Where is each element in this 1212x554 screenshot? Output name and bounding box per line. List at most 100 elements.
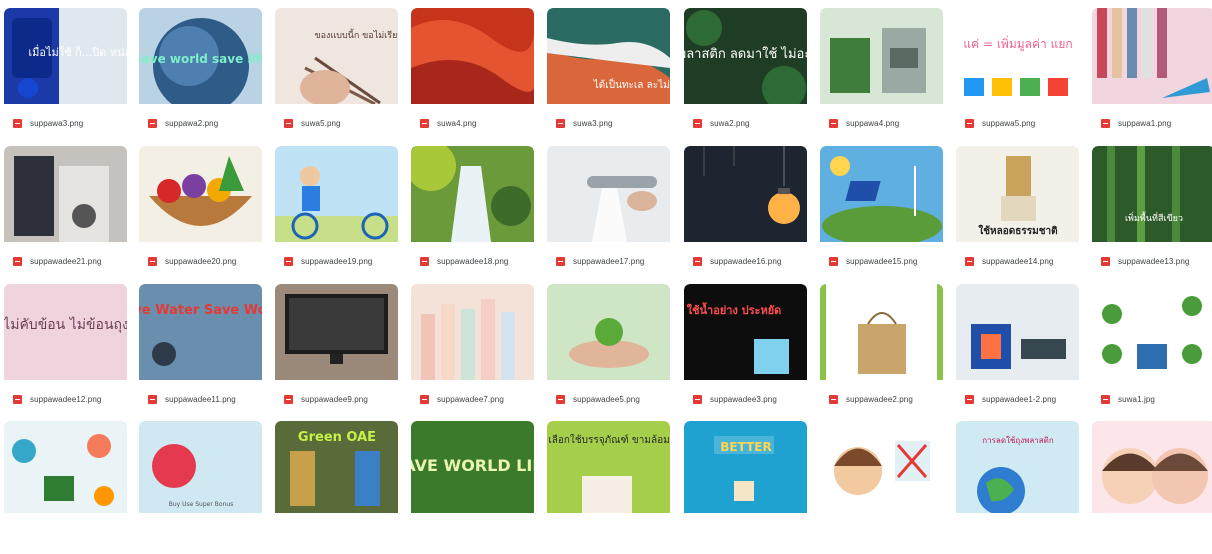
gallery-tile[interactable]: suppawadee1-2.png	[956, 284, 1079, 417]
file-caption[interactable]: suppawadee1-2.png	[956, 382, 1079, 416]
gallery-tile[interactable]: งด พลาสติก ลดมาใช้ ไม่อะไรดี suwa2.png	[684, 8, 807, 141]
thumbnail-image[interactable]: SAVE WORLD LIFE	[411, 421, 534, 513]
gallery-tile[interactable]: suppawadee15.png	[820, 146, 943, 279]
file-caption[interactable]: suppawadee5.png	[547, 382, 670, 416]
file-caption[interactable]: suppawadee13.png	[1092, 244, 1212, 278]
thumbnail-image[interactable]	[956, 284, 1079, 380]
thumbnail-image[interactable]	[411, 284, 534, 380]
thumbnail-image[interactable]	[547, 146, 670, 242]
gallery-tile[interactable]: suppawadee20.png	[139, 146, 262, 279]
gallery-tile[interactable]: Save world save life suppawa2.png	[139, 8, 262, 141]
gallery-tile[interactable]: suppawadee2.png	[820, 284, 943, 417]
gallery-tile[interactable]: เมื่อไม่ใช้ ก็...ปิด หน่อยนะ! suppawa3.p…	[4, 8, 127, 141]
thumbnail-image[interactable]	[820, 146, 943, 242]
thumbnail-image[interactable]: ของแบบนี้ก ขอไม่เรียน	[275, 8, 398, 104]
thumbnail-image[interactable]: Save world save life	[139, 8, 262, 104]
gallery-tile[interactable]: suppawadee19.png	[275, 146, 398, 279]
gallery-tile[interactable]: suppawa1.png	[1092, 8, 1212, 141]
thumbnail-image[interactable]	[820, 421, 943, 513]
gallery-tile[interactable]: ใช้น้ำอย่าง ประหยัด suppawadee3.png	[684, 284, 807, 417]
file-caption[interactable]: suwa3.png	[547, 106, 670, 140]
thumbnail-image[interactable]	[275, 146, 398, 242]
thumbnail-image[interactable]: ได้เป็นทะเล ละไม่ดี	[547, 8, 670, 104]
thumbnail-image[interactable]	[1092, 8, 1212, 104]
gallery-tile[interactable]: เพิ่มพื้นที่สีเขียว suppawadee13.png	[1092, 146, 1212, 279]
gallery-tile[interactable]: Buy Use Super Bonus	[139, 421, 262, 554]
gallery-tile[interactable]: Save Water Save World suppawadee11.png	[139, 284, 262, 417]
thumbnail-image[interactable]: งด พลาสติก ลดมาใช้ ไม่อะไรดี	[684, 8, 807, 104]
gallery-tile[interactable]: suppawadee18.png	[411, 146, 534, 279]
gallery-tile[interactable]: suwa4.png	[411, 8, 534, 141]
thumbnail-image[interactable]	[820, 284, 943, 380]
thumbnail-image[interactable]: แค่ = เพิ่มมูลค่า แยก	[956, 8, 1079, 104]
thumbnail-image[interactable]: เพิ่มพื้นที่สีเขียว	[1092, 146, 1212, 242]
gallery-tile[interactable]: ไม่คับข้อน ไม่ข้อนถุง suppawadee12.png	[4, 284, 127, 417]
file-caption[interactable]: suwa1.jpg	[1092, 382, 1212, 416]
gallery-tile[interactable]: suwa1.jpg	[1092, 284, 1212, 417]
gallery-tile[interactable]	[820, 421, 943, 554]
file-caption[interactable]: suppawadee3.png	[684, 382, 807, 416]
file-caption[interactable]: suwa4.png	[411, 106, 534, 140]
gallery-tile[interactable]: ของแบบนี้ก ขอไม่เรียน suwa5.png	[275, 8, 398, 141]
file-caption[interactable]: suppawa3.png	[4, 106, 127, 140]
thumbnail-image[interactable]: Green OAE	[275, 421, 398, 513]
thumbnail-image[interactable]	[139, 146, 262, 242]
gallery-tile[interactable]: suppawadee5.png	[547, 284, 670, 417]
file-caption[interactable]: suppawa5.png	[956, 106, 1079, 140]
file-caption[interactable]: suppawa4.png	[820, 106, 943, 140]
thumbnail-image[interactable]: Buy Use Super Bonus	[139, 421, 262, 513]
thumbnail-image[interactable]	[1092, 421, 1212, 513]
thumbnail-image[interactable]: ไม่คับข้อน ไม่ข้อนถุง	[4, 284, 127, 380]
file-caption[interactable]: suppawadee20.png	[139, 244, 262, 278]
file-caption[interactable]: suppawadee15.png	[820, 244, 943, 278]
file-caption[interactable]: suppawadee9.png	[275, 382, 398, 416]
gallery-tile[interactable]: suppawadee9.png	[275, 284, 398, 417]
file-caption[interactable]: suppawadee7.png	[411, 382, 534, 416]
gallery-tile[interactable]: suppawadee21.png	[4, 146, 127, 279]
thumb-text: BETTER	[720, 440, 771, 454]
thumbnail-image[interactable]	[411, 8, 534, 104]
gallery-tile[interactable]: SAVE WORLD LIFE	[411, 421, 534, 554]
gallery-tile[interactable]: การลดใช้ถุงพลาสติก	[956, 421, 1079, 554]
gallery-tile[interactable]: แค่ = เพิ่มมูลค่า แยก suppawa5.png	[956, 8, 1079, 141]
thumbnail-image[interactable]: เมื่อไม่ใช้ ก็...ปิด หน่อยนะ!	[4, 8, 127, 104]
gallery-tile[interactable]: ได้เป็นทะเล ละไม่ดี suwa3.png	[547, 8, 670, 141]
gallery-tile[interactable]: suppawadee7.png	[411, 284, 534, 417]
gallery-tile[interactable]: suppawa4.png	[820, 8, 943, 141]
thumbnail-image[interactable]	[547, 284, 670, 380]
gallery-tile[interactable]: Green OAE	[275, 421, 398, 554]
file-caption[interactable]: suppawadee19.png	[275, 244, 398, 278]
thumbnail-image[interactable]: เลือกใช้บรรจุภัณฑ์ ขามล้อม	[547, 421, 670, 513]
file-caption[interactable]: suwa2.png	[684, 106, 807, 140]
file-caption[interactable]: suppawadee2.png	[820, 382, 943, 416]
gallery-tile[interactable]	[1092, 421, 1212, 554]
thumbnail-image[interactable]: Save Water Save World	[139, 284, 262, 380]
file-caption[interactable]: suppawa2.png	[139, 106, 262, 140]
gallery-tile[interactable]: BETTER	[684, 421, 807, 554]
file-caption[interactable]: suppawa1.png	[1092, 106, 1212, 140]
thumbnail-image[interactable]: ใช้น้ำอย่าง ประหยัด	[684, 284, 807, 380]
file-caption[interactable]: suppawadee14.png	[956, 244, 1079, 278]
file-caption[interactable]: suppawadee12.png	[4, 382, 127, 416]
thumbnail-image[interactable]	[4, 146, 127, 242]
gallery-tile[interactable]: suppawadee17.png	[547, 146, 670, 279]
thumbnail-image[interactable]: ใช้หลอดธรรมชาติ	[956, 146, 1079, 242]
gallery-tile[interactable]: ใช้หลอดธรรมชาติ suppawadee14.png	[956, 146, 1079, 279]
file-caption[interactable]: suppawadee11.png	[139, 382, 262, 416]
thumbnail-image[interactable]	[4, 421, 127, 513]
file-caption[interactable]: suppawadee18.png	[411, 244, 534, 278]
thumbnail-image[interactable]	[275, 284, 398, 380]
thumbnail-image[interactable]	[411, 146, 534, 242]
thumbnail-image[interactable]: การลดใช้ถุงพลาสติก	[956, 421, 1079, 513]
file-caption[interactable]: suwa5.png	[275, 106, 398, 140]
file-caption[interactable]: suppawadee17.png	[547, 244, 670, 278]
file-caption[interactable]: suppawadee21.png	[4, 244, 127, 278]
gallery-tile[interactable]: suppawadee16.png	[684, 146, 807, 279]
thumbnail-image[interactable]: BETTER	[684, 421, 807, 513]
thumbnail-image[interactable]	[684, 146, 807, 242]
file-caption[interactable]: suppawadee16.png	[684, 244, 807, 278]
gallery-tile[interactable]	[4, 421, 127, 554]
gallery-tile[interactable]: เลือกใช้บรรจุภัณฑ์ ขามล้อม	[547, 421, 670, 554]
thumbnail-image[interactable]	[820, 8, 943, 104]
thumbnail-image[interactable]	[1092, 284, 1212, 380]
